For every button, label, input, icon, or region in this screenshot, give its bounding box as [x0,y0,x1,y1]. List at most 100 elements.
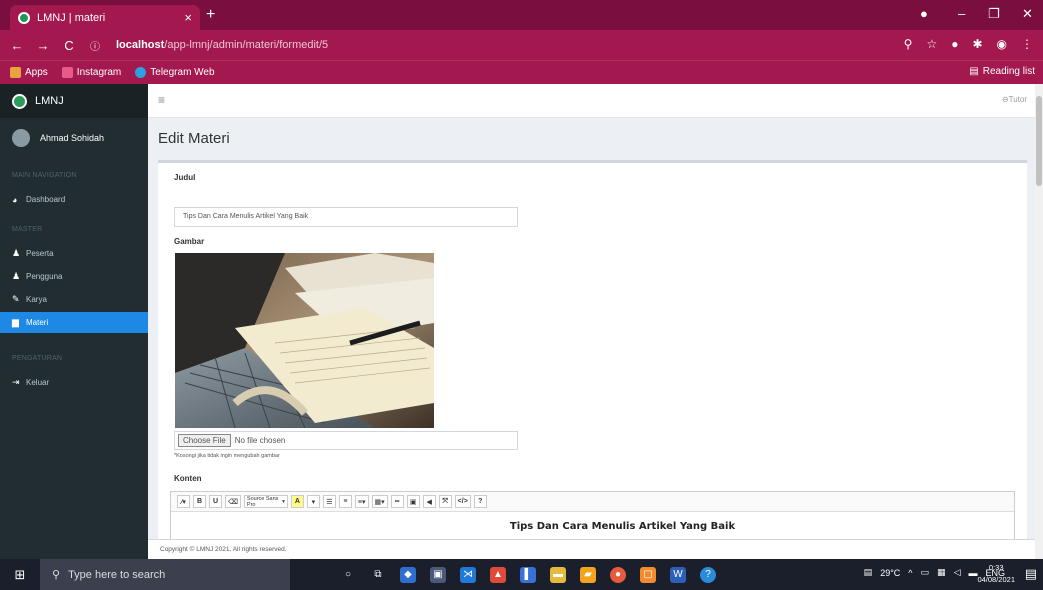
image-file-input[interactable]: Choose File No file chosen [174,431,518,450]
zoom-icon[interactable]: ⚲ [904,37,913,51]
browser-tab[interactable]: LMNJ | materi × [10,5,200,30]
bookmark-instagram[interactable]: Instagram [61,67,121,78]
menu-kebab-icon[interactable]: ⋮ [1021,37,1033,51]
word-icon[interactable]: W [670,566,686,583]
ordered-list-icon[interactable]: ≡ [338,495,352,508]
volume-icon[interactable]: ◁ [954,567,961,578]
video-icon[interactable]: ◀ [422,495,436,508]
section-header-master: MASTER [12,226,43,233]
back-icon[interactable]: ← [8,38,26,53]
url-field[interactable]: localhost/app-lmnj/admin/materi/formedit… [116,39,328,51]
help-icon[interactable]: ? [473,495,487,508]
paragraph-icon[interactable]: ≡▾ [354,495,369,508]
bookmark-star-icon[interactable]: ☆ [926,37,937,51]
user-panel: Ahmad Sohidah [0,118,148,158]
user-name: Ahmad Sohidah [40,133,105,143]
bookmark-apps[interactable]: Apps [10,67,48,78]
choose-file-button[interactable]: Choose File [178,434,231,447]
clock-date: 04/08/2021 [977,575,1015,584]
favicon-icon [18,11,30,24]
code-view-icon[interactable]: </> [454,495,471,508]
fullscreen-icon[interactable]: ⤧ [438,495,452,508]
book-icon: ▆ [12,317,19,327]
hamburger-icon[interactable]: ≡ [158,93,165,107]
image-hint: *Kosongi jika tidak ingin mengubah gamba… [174,453,280,459]
vscode-icon[interactable]: ⋊ [460,566,476,583]
windows-start-icon[interactable]: ⊞ [0,567,40,583]
task-view-icon[interactable]: ⧉ [370,567,386,583]
keyboard-icon[interactable]: ▬ [968,568,977,578]
chevron-up-icon[interactable]: ^ [908,568,912,578]
table-icon[interactable]: ▦▾ [371,495,388,508]
temperature[interactable]: 29°C [880,568,900,578]
gambar-label: Gambar [174,237,205,246]
taskbar-search[interactable]: ⚲ Type here to search [40,559,290,590]
bold-icon[interactable]: B [193,495,206,508]
file-explorer-icon[interactable]: ▬ [550,566,566,583]
extensions-icon[interactable]: ✱ [972,37,982,51]
avatar [12,129,30,147]
rich-text-editor[interactable]: ⁄▾ B U ⌫ Source Sans Pro ▾ A ▾ ☰ ≡ ≡▾ ▦▾ … [170,491,1015,540]
sidebar-item-karya[interactable]: ✎ Karya [0,289,148,310]
maximize-icon[interactable]: ❐ [988,6,1000,22]
app-icon[interactable]: ▲ [490,566,506,583]
forward-icon[interactable]: → [34,38,52,53]
user-icon: ♟ [12,271,21,281]
app-icon[interactable]: ? [700,566,716,583]
sidebar-item-materi[interactable]: ▆ Materi [0,312,148,333]
new-tab-button[interactable]: + [206,6,215,24]
sidebar-item-dashboard[interactable]: ◕ Dashboard [0,189,148,210]
close-window-icon[interactable]: ✕ [1022,6,1033,22]
info-icon[interactable]: ⓘ [86,38,104,53]
camera-icon[interactable]: ▣ [430,566,446,583]
dashboard-icon: ◕ [12,194,18,205]
extension-dot-icon[interactable]: ● [951,37,958,51]
clock-time: 0:33 [988,563,1004,572]
scrollbar[interactable] [1035,84,1043,559]
unordered-list-icon[interactable]: ☰ [322,495,336,508]
font-family-select[interactable]: Source Sans Pro ▾ [243,495,288,508]
tab-close-icon[interactable]: × [184,10,192,25]
avatar[interactable]: ◉ [997,37,1007,51]
weather-icon[interactable]: ▤ [864,567,873,578]
section-header-settings: PENGATURAN [12,355,63,362]
underline-icon[interactable]: U [209,495,222,508]
top-navbar: ≡ ⊖Tutor [148,84,1035,118]
picture-icon[interactable]: ▣ [406,495,420,508]
reload-icon[interactable]: C [60,38,78,53]
font-color-icon[interactable]: A [290,495,304,508]
magic-wand-icon[interactable]: ⁄▾ [177,495,190,508]
judul-input[interactable]: Tips Dan Cara Menulis Artikel Yang Baik [174,207,518,227]
sidebar-item-peserta[interactable]: ♟ Peserta [0,243,148,264]
user-circle-icon: ⊖ [1001,95,1009,104]
network-icon[interactable]: ▦ [937,567,946,578]
address-bar: ← → C ⓘ localhost/app-lmnj/admin/materi/… [0,30,1043,60]
clock[interactable]: 0:33 04/08/2021 [977,562,1015,586]
notification-icon[interactable]: ▤ [1025,566,1037,582]
sidebar-item-pengguna[interactable]: ♟ Pengguna [0,266,148,287]
bookmarks-bar: Apps Instagram Telegram Web ▤ Reading lis… [0,60,1043,84]
app-icon[interactable]: ▌ [520,566,536,583]
reading-list-button[interactable]: ▤ Reading list [969,66,1035,77]
minimize-icon[interactable]: – [958,6,965,21]
link-icon[interactable]: ∞ [390,495,404,508]
battery-icon[interactable]: ▭ [921,567,930,578]
sidebar-item-keluar[interactable]: ⇥ Keluar [0,372,148,393]
color-dropdown-icon[interactable]: ▾ [306,495,320,508]
footer: Copyright © LMNJ 2021. All rights reserv… [148,539,1035,559]
brand-logo[interactable]: LMNJ [0,84,148,118]
logout-icon: ⇥ [12,377,20,387]
app-icon[interactable]: ◆ [400,566,416,583]
judul-label: Judul [174,173,196,182]
editor-toolbar: ⁄▾ B U ⌫ Source Sans Pro ▾ A ▾ ☰ ≡ ≡▾ ▦▾ … [171,492,1014,512]
scrollbar-thumb[interactable] [1036,96,1042,186]
tutor-menu[interactable]: ⊖Tutor [1002,95,1027,104]
eraser-icon[interactable]: ⌫ [225,495,241,508]
chrome-icon[interactable]: ● [610,566,626,583]
editor-heading: Tips Dan Cara Menulis Artikel Yang Baik [509,521,736,532]
app-icon[interactable]: ▢ [640,566,656,583]
app-icon[interactable]: ▰ [580,566,596,583]
cortana-icon[interactable]: ○ [340,567,356,583]
profile-dot-icon[interactable]: ● [920,6,928,21]
bookmark-telegram[interactable]: Telegram Web [135,67,215,78]
